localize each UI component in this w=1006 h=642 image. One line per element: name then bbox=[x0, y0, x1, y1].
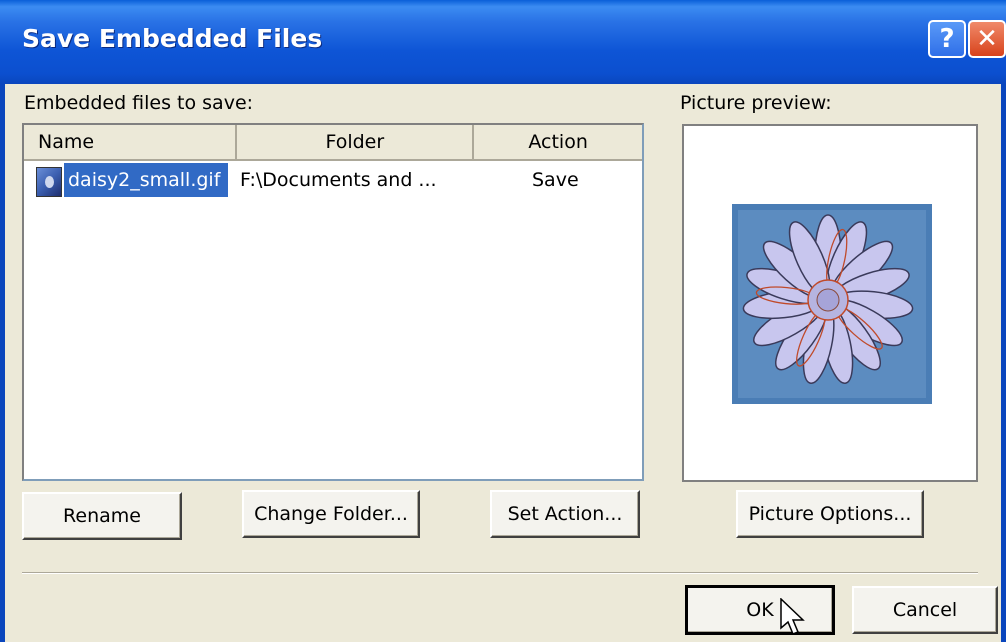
column-header-folder[interactable]: Folder bbox=[237, 125, 475, 161]
picture-preview-pane bbox=[682, 124, 978, 482]
rename-button[interactable]: Rename bbox=[22, 492, 182, 540]
column-header-action[interactable]: Action bbox=[474, 125, 643, 161]
mouse-pointer-icon bbox=[780, 598, 805, 635]
list-header: Name Folder Action bbox=[24, 125, 643, 161]
window-frame-right bbox=[1001, 84, 1006, 642]
title-bar: Save Embedded Files ? ✕ bbox=[0, 0, 1006, 84]
daisy-flower-image bbox=[732, 204, 932, 404]
list-item[interactable]: daisy2_small.gif F:\Documents and ... Sa… bbox=[32, 163, 632, 197]
window-frame-left bbox=[0, 84, 5, 642]
image-file-icon bbox=[36, 167, 62, 197]
picture-preview-label: Picture preview: bbox=[680, 92, 832, 114]
file-name[interactable]: daisy2_small.gif bbox=[64, 163, 229, 197]
embedded-files-label: Embedded files to save: bbox=[24, 92, 254, 114]
close-button[interactable]: ✕ bbox=[968, 20, 1006, 58]
ok-button[interactable]: OK bbox=[685, 585, 835, 635]
help-icon: ? bbox=[939, 24, 955, 54]
change-folder-button[interactable]: Change Folder... bbox=[242, 490, 420, 538]
close-icon: ✕ bbox=[976, 24, 998, 54]
file-folder: F:\Documents and ... bbox=[240, 169, 437, 191]
window-title: Save Embedded Files bbox=[22, 24, 323, 53]
separator bbox=[22, 572, 978, 574]
set-action-button[interactable]: Set Action... bbox=[490, 490, 640, 538]
picture-options-button[interactable]: Picture Options... bbox=[736, 490, 924, 538]
column-header-name[interactable]: Name bbox=[24, 125, 238, 161]
embedded-files-list[interactable]: Name Folder Action daisy2_small.gif F:\D… bbox=[22, 123, 644, 481]
file-action: Save bbox=[532, 169, 579, 191]
cancel-button[interactable]: Cancel bbox=[852, 586, 998, 634]
help-button[interactable]: ? bbox=[928, 20, 966, 58]
daisy-preview-image bbox=[732, 204, 932, 404]
